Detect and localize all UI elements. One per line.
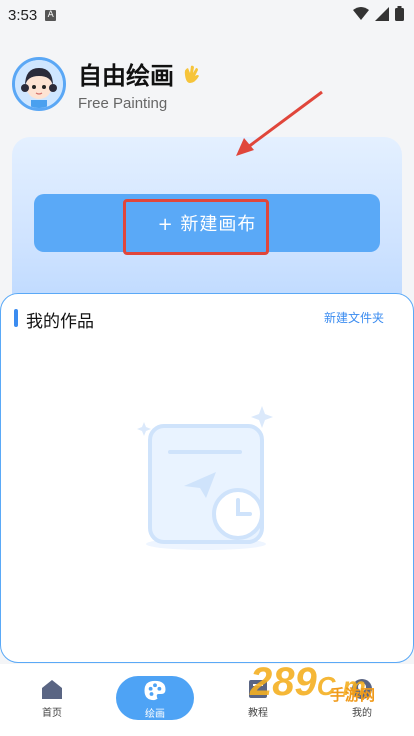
watermark-sub: 手游网: [330, 686, 376, 704]
status-time: 3:53: [8, 6, 38, 24]
my-works-title: 我的作品: [26, 312, 94, 332]
page-title: 自由绘画: [78, 62, 174, 90]
nav-home-label: 首页: [42, 708, 62, 719]
status-bar: 3:53 A: [0, 0, 414, 30]
waving-hand-icon: [184, 65, 199, 83]
annotation-arrow-icon: [236, 90, 323, 156]
girl-avatar-icon: [15, 60, 63, 108]
empty-state-icon: [137, 406, 273, 550]
avatar[interactable]: [12, 57, 66, 111]
nav-home[interactable]: 首页: [12, 664, 92, 719]
palette-icon: [144, 680, 166, 701]
status-icons: [353, 6, 404, 21]
annotation-highlight-box: [123, 199, 269, 255]
nav-draw-label: 绘画: [145, 709, 165, 720]
nav-tutorial-label: 教程: [248, 708, 268, 719]
signal-icon: [375, 6, 389, 21]
battery-icon: [395, 6, 404, 21]
wifi-icon: [353, 6, 369, 20]
nav-draw[interactable]: 绘画: [116, 676, 194, 720]
home-icon: [42, 680, 62, 699]
section-accent-bar: [14, 309, 18, 327]
nav-mine-label: 我的: [352, 708, 372, 719]
page-subtitle: Free Painting: [78, 95, 168, 112]
a-badge-icon: A: [45, 9, 57, 21]
app-header: 自由绘画 Free Painting: [12, 56, 202, 112]
watermark-main: 289: [250, 660, 317, 704]
new-folder-button[interactable]: 新建文件夹: [324, 309, 384, 326]
